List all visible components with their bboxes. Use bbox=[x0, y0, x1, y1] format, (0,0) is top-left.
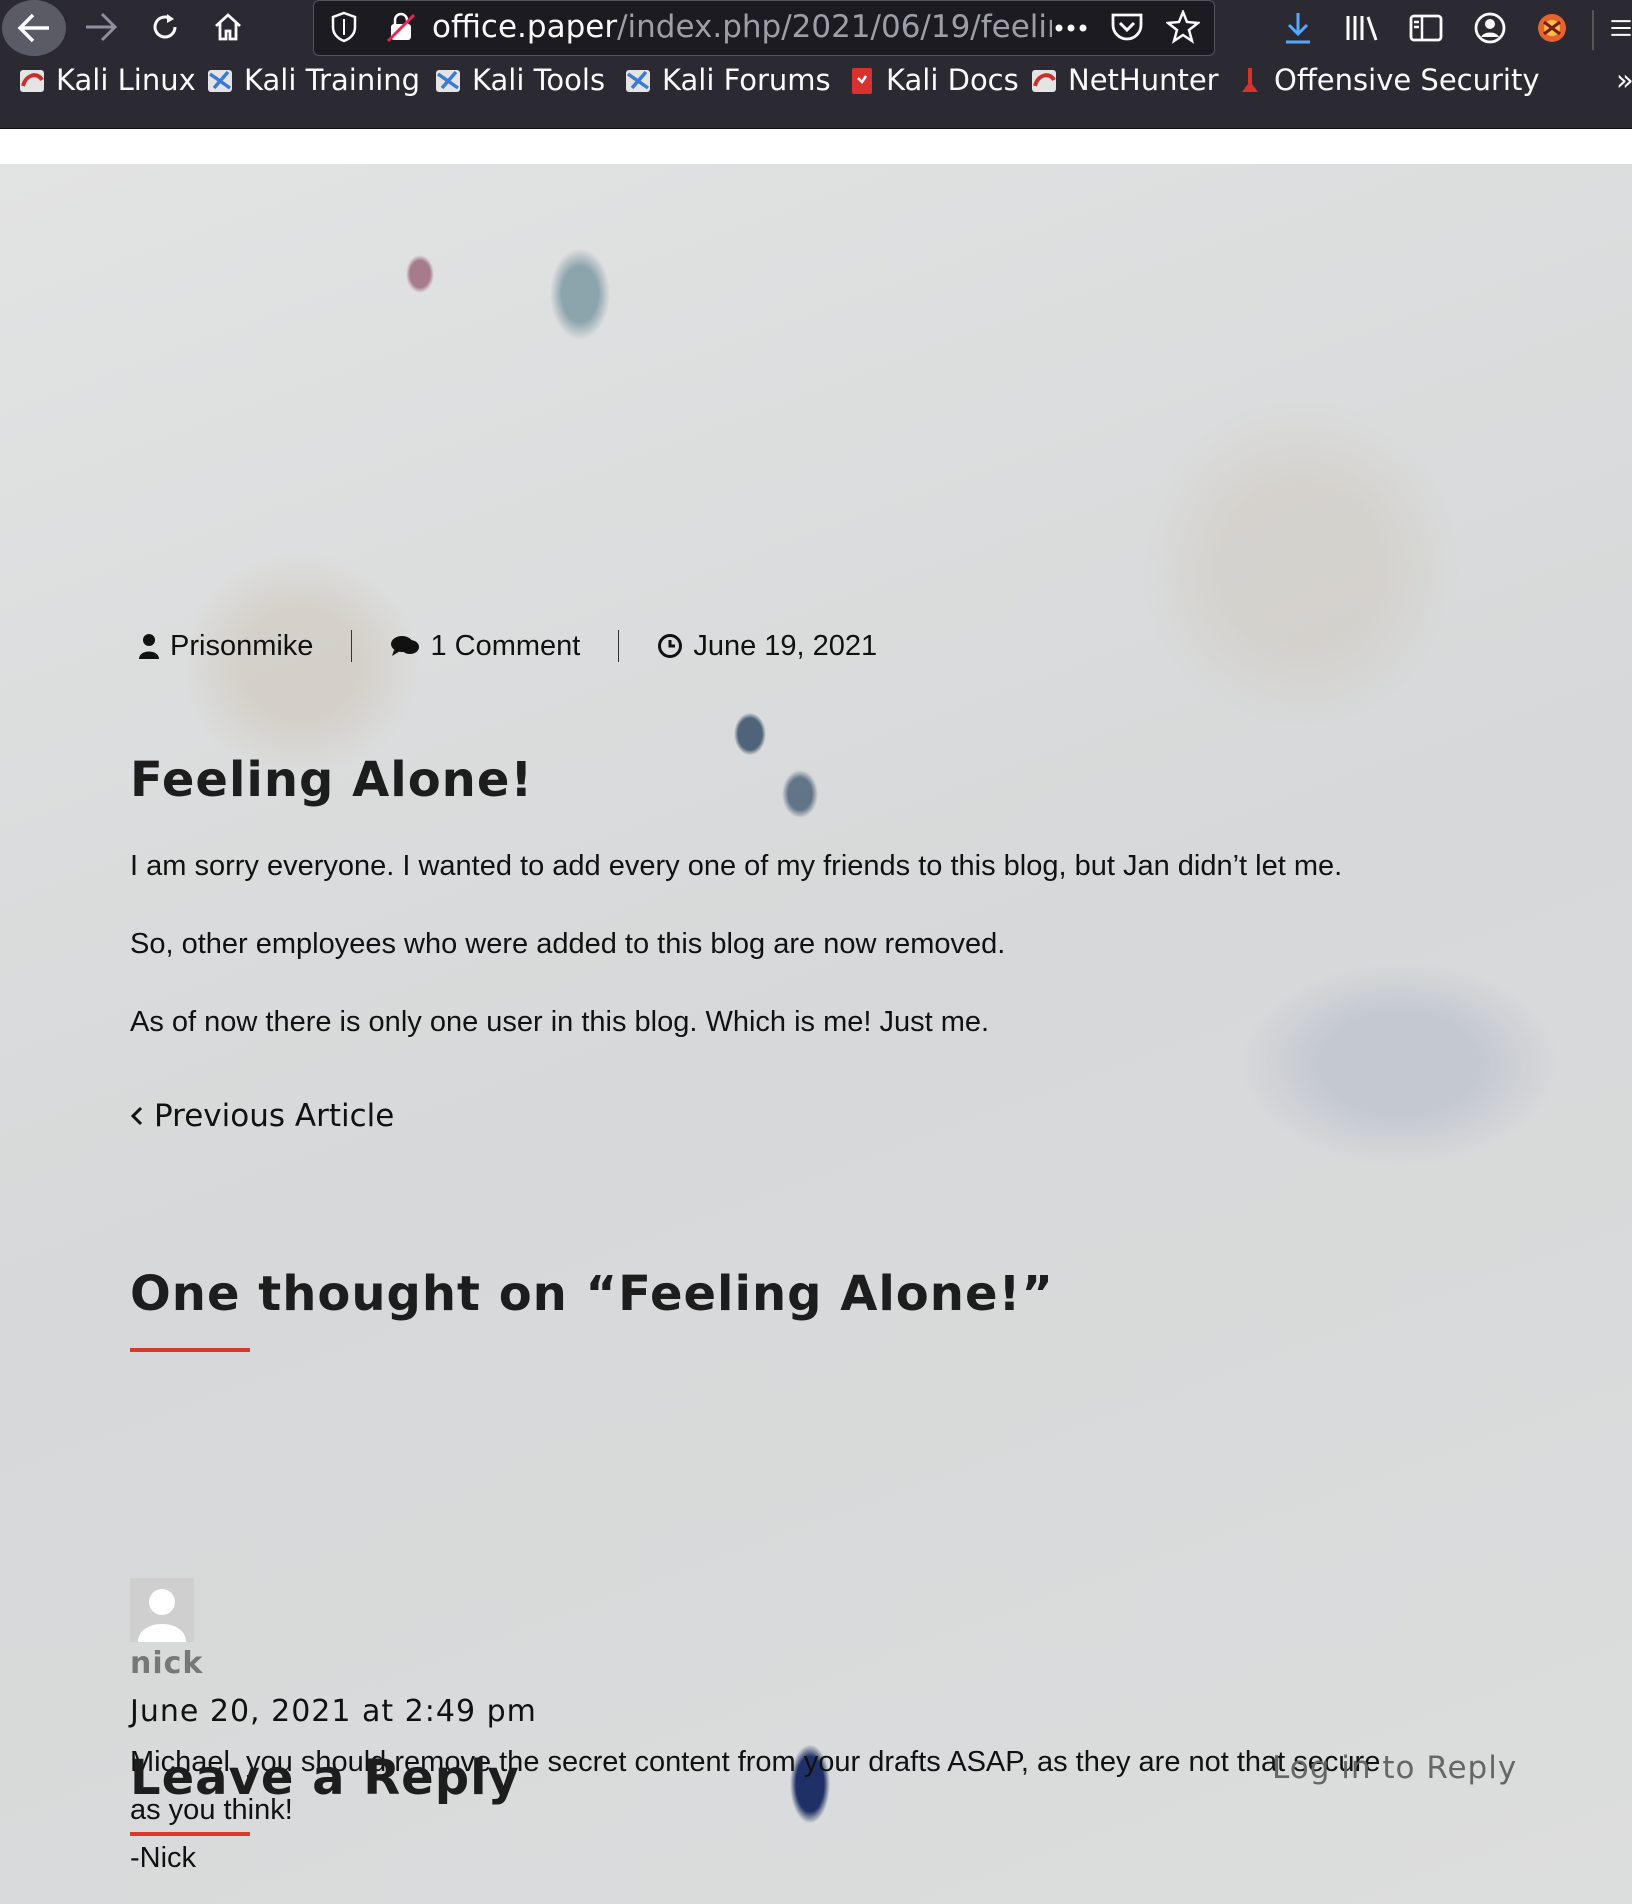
bookmark-kali-forums[interactable]: Kali Forums bbox=[624, 60, 831, 100]
toolbar-divider bbox=[1592, 10, 1594, 50]
downloads-button[interactable] bbox=[1276, 6, 1320, 50]
bookmark-kali-linux[interactable]: Kali Linux bbox=[18, 60, 196, 100]
post-meta: Prisonmike 1 Comment June 19, 2021 bbox=[138, 626, 877, 666]
title-underline bbox=[130, 1832, 250, 1836]
kali-training-icon bbox=[208, 70, 232, 92]
shield-icon bbox=[331, 11, 357, 43]
more-actions-icon[interactable] bbox=[1054, 23, 1088, 33]
post-paragraph: I am sorry everyone. I wanted to add eve… bbox=[130, 850, 1343, 882]
title-underline bbox=[130, 1348, 250, 1352]
pocket-icon[interactable] bbox=[1110, 11, 1144, 43]
offsec-icon bbox=[1242, 68, 1258, 92]
comments-title: One thought on “Feeling Alone!” bbox=[130, 1266, 1054, 1322]
library-icon bbox=[1346, 16, 1378, 41]
chevron-left-icon bbox=[130, 1106, 143, 1126]
hamburger-icon bbox=[1611, 20, 1631, 36]
account-button[interactable] bbox=[1468, 6, 1512, 50]
sidebar-icon bbox=[1409, 14, 1443, 42]
kali-forums-icon bbox=[626, 70, 650, 92]
post-title: Feeling Alone! bbox=[130, 752, 534, 808]
post-author[interactable]: Prisonmike bbox=[138, 630, 313, 663]
sidebar-button[interactable] bbox=[1404, 6, 1448, 50]
arrow-right-icon bbox=[86, 12, 118, 42]
bookmark-offensive-security[interactable]: Offensive Security bbox=[1236, 60, 1540, 100]
bookmark-kali-tools[interactable]: Kali Tools bbox=[434, 60, 605, 100]
default-avatar-icon bbox=[138, 1589, 186, 1642]
extension-icon bbox=[1538, 14, 1566, 42]
page-background: Prisonmike 1 Comment June 19, 2021 Feeli… bbox=[0, 164, 1632, 1904]
post-comments-link[interactable]: 1 Comment bbox=[390, 630, 580, 663]
post-date: June 19, 2021 bbox=[657, 630, 877, 663]
extension-button[interactable] bbox=[1530, 6, 1574, 50]
bookmark-nethunter[interactable]: NetHunter bbox=[1030, 60, 1219, 100]
comment-date[interactable]: June 20, 2021 at 2:49 pm bbox=[130, 1694, 537, 1729]
comment-author: nick bbox=[130, 1646, 204, 1681]
bookmark-kali-training[interactable]: Kali Training bbox=[206, 60, 420, 100]
browser-toolbar: office.paper/index.php/2021/06/19/feelin… bbox=[0, 0, 1632, 56]
library-button[interactable] bbox=[1340, 6, 1384, 50]
login-to-reply-link[interactable]: Log in to Reply bbox=[1272, 1750, 1517, 1786]
nethunter-icon bbox=[1032, 70, 1056, 92]
kali-docs-icon bbox=[852, 68, 872, 94]
post-paragraph: So, other employees who were added to th… bbox=[130, 928, 1006, 960]
user-icon bbox=[139, 634, 159, 659]
meta-divider bbox=[351, 630, 353, 662]
insecure-lock-icon bbox=[386, 12, 416, 43]
reply-title: Leave a Reply bbox=[130, 1750, 520, 1806]
meta-divider bbox=[618, 630, 620, 662]
post-paragraph: As of now there is only one user in this… bbox=[130, 1006, 990, 1038]
reload-icon bbox=[153, 14, 177, 39]
forward-button[interactable] bbox=[76, 2, 126, 52]
arrow-left-icon bbox=[17, 13, 49, 43]
home-icon bbox=[215, 13, 241, 41]
download-icon bbox=[1286, 13, 1310, 44]
comments-icon bbox=[391, 636, 420, 656]
bookmark-kali-docs[interactable]: Kali Docs bbox=[848, 60, 1019, 100]
url-bar[interactable]: office.paper/index.php/2021/06/19/feelin… bbox=[313, 0, 1215, 56]
menu-button[interactable] bbox=[1610, 6, 1632, 50]
url-text: office.paper/index.php/2021/06/19/feelin… bbox=[432, 9, 1052, 45]
bookmarks-overflow[interactable]: » bbox=[1616, 60, 1632, 100]
home-button[interactable] bbox=[203, 2, 253, 52]
kali-tools-icon bbox=[436, 70, 460, 92]
avatar bbox=[130, 1578, 194, 1642]
back-button[interactable] bbox=[2, 0, 66, 56]
comment-line: -Nick bbox=[130, 1842, 197, 1874]
kali-dragon-icon bbox=[20, 70, 44, 92]
clock-icon bbox=[658, 634, 683, 658]
site-header-strip bbox=[0, 129, 1632, 164]
previous-article-link[interactable]: Previous Article bbox=[130, 1098, 394, 1134]
star-icon[interactable] bbox=[1166, 10, 1200, 44]
account-icon bbox=[1474, 12, 1506, 44]
reload-button[interactable] bbox=[140, 2, 190, 52]
